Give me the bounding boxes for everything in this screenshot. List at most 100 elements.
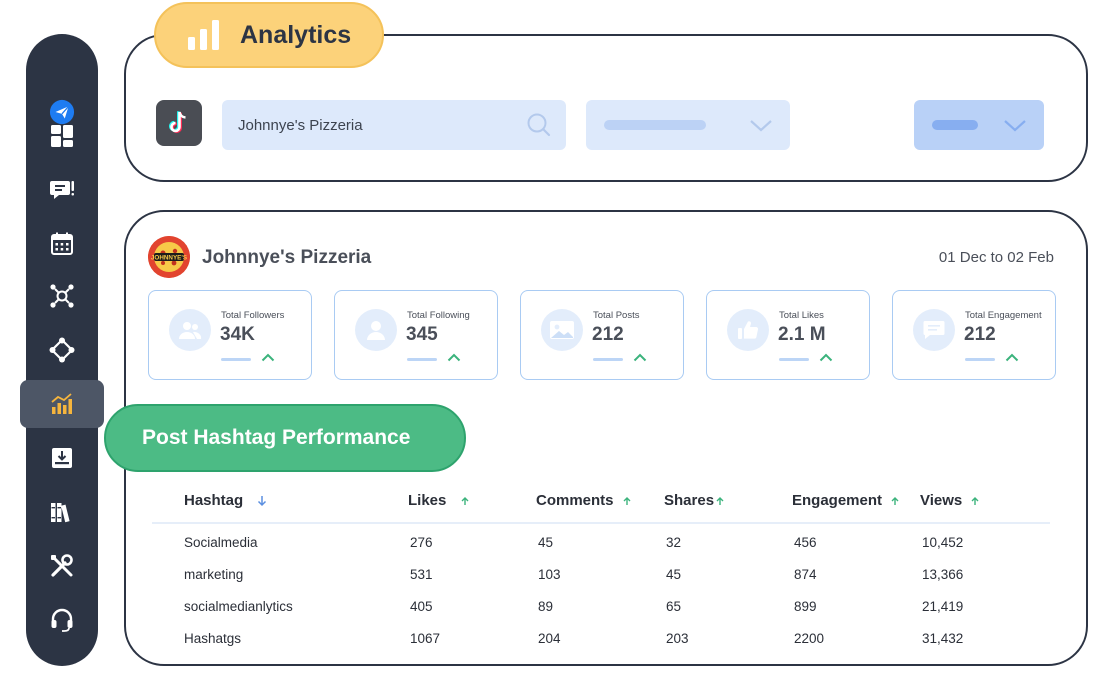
stat-trend-line (593, 358, 623, 361)
stat-trend-line (221, 358, 251, 361)
stat-label: Total Following (407, 310, 470, 321)
sidebar-item-messages[interactable] (26, 168, 98, 212)
sort-down-icon[interactable] (257, 495, 267, 507)
stat-label: Total Engagement (965, 310, 1042, 321)
sidebar-item-analytics[interactable] (20, 380, 104, 428)
bar-chart-icon (188, 20, 219, 50)
image-icon (550, 321, 574, 339)
column-header-views[interactable]: Views (920, 492, 980, 509)
stat-card-followers: Total Followers 34K (148, 290, 312, 380)
trend-up-icon (447, 353, 461, 362)
column-header-label: Engagement (792, 492, 883, 509)
column-header-label: Shares (664, 492, 715, 509)
cell-views: 13,366 (922, 567, 964, 582)
stat-label: Total Likes (779, 310, 824, 321)
period-dropdown[interactable] (914, 100, 1044, 150)
search-icon[interactable] (526, 112, 552, 138)
section-title-text: Post Hashtag Performance (142, 426, 411, 449)
page-title: Analytics (240, 20, 352, 49)
stat-value: 212 (592, 324, 624, 345)
cell-likes: 1067 (410, 631, 441, 646)
trend-up-icon (819, 353, 833, 362)
cell-hashtag: Socialmedia (184, 535, 258, 550)
stat-card-engagement: Total Engagement 212 (892, 290, 1056, 380)
cell-shares: 65 (666, 599, 682, 614)
stat-value: 212 (964, 324, 996, 345)
cell-engagement: 874 (794, 567, 817, 582)
table-row[interactable]: Hashatgs 1067 204 203 2200 31,432 (0, 631, 1108, 651)
dropdown-placeholder (932, 120, 978, 130)
chevron-down-icon (750, 120, 772, 132)
sort-up-icon[interactable] (715, 496, 725, 506)
profile-name: Johnnye's Pizzeria (202, 247, 372, 268)
sidebar-item-connections[interactable] (26, 328, 98, 372)
cell-engagement: 456 (794, 535, 817, 550)
stat-card-posts: Total Posts 212 (520, 290, 684, 380)
analytics-header: Analytics (154, 2, 384, 68)
cell-views: 31,432 (922, 631, 964, 646)
cell-shares: 32 (666, 535, 682, 550)
cell-hashtag: Hashatgs (184, 631, 242, 646)
sort-up-icon[interactable] (460, 496, 470, 506)
table-row[interactable]: marketing 531 103 45 874 13,366 (0, 567, 1108, 587)
table-row[interactable]: Socialmedia 276 45 32 456 10,452 (0, 535, 1108, 555)
column-header-hashtag[interactable]: Hashtag (184, 492, 267, 509)
cell-comments: 45 (538, 535, 554, 550)
stat-trend-line (965, 358, 995, 361)
filter-dropdown[interactable] (586, 100, 790, 150)
calendar-icon (51, 232, 73, 255)
sidebar-item-calendar[interactable] (26, 222, 98, 266)
nodes-icon (49, 337, 75, 363)
column-header-shares[interactable]: Shares (664, 492, 725, 509)
tiktok-icon (169, 111, 186, 134)
cell-hashtag: socialmedianlytics (184, 599, 293, 614)
comment-icon (923, 321, 945, 339)
sidebar-item-inbox[interactable] (26, 436, 98, 480)
stat-card-following: Total Following 345 (334, 290, 498, 380)
sort-up-icon[interactable] (622, 496, 632, 506)
dropdown-placeholder (604, 120, 706, 130)
platform-selector[interactable] (156, 100, 202, 146)
cell-comments: 89 (538, 599, 554, 614)
cell-shares: 45 (666, 567, 682, 582)
sidebar-item-network[interactable] (26, 274, 98, 318)
stat-label: Total Followers (221, 310, 285, 321)
column-header-comments[interactable]: Comments (536, 492, 632, 509)
search-field[interactable] (222, 100, 566, 150)
sort-up-icon[interactable] (890, 496, 900, 506)
column-header-label: Hashtag (184, 492, 244, 509)
chat-icon (50, 181, 74, 199)
inbox-download-icon (52, 448, 72, 468)
sidebar-item-library[interactable] (26, 490, 98, 534)
brand-logo: JOHNNYE'S (148, 236, 190, 278)
stat-card-likes: Total Likes 2.1 M (706, 290, 870, 380)
table-row[interactable]: socialmedianlytics 405 89 65 899 21,419 (0, 599, 1108, 619)
pizza-logo-icon: JOHNNYE'S (148, 236, 190, 278)
sort-up-icon[interactable] (970, 496, 980, 506)
cell-likes: 276 (410, 535, 433, 550)
date-range[interactable]: 01 Dec to 02 Feb (939, 249, 1054, 266)
user-icon (367, 321, 385, 340)
trend-up-icon (1005, 353, 1019, 362)
stat-value: 2.1 M (778, 324, 826, 345)
cell-views: 21,419 (922, 599, 964, 614)
cell-likes: 405 (410, 599, 433, 614)
stat-value: 345 (406, 324, 438, 345)
column-header-label: Comments (536, 492, 614, 509)
cell-likes: 531 (410, 567, 433, 582)
cell-engagement: 2200 (794, 631, 825, 646)
trend-up-icon (261, 353, 275, 362)
column-header-likes[interactable]: Likes (408, 492, 470, 509)
cell-views: 10,452 (922, 535, 964, 550)
cell-shares: 203 (666, 631, 689, 646)
cell-hashtag: marketing (184, 567, 244, 582)
cell-comments: 103 (538, 567, 561, 582)
sidebar-item-dashboard[interactable] (26, 114, 98, 158)
chevron-down-icon (1004, 120, 1026, 132)
column-header-engagement[interactable]: Engagement (792, 492, 900, 509)
stat-value: 34K (220, 324, 255, 345)
stat-trend-line (407, 358, 437, 361)
cell-engagement: 899 (794, 599, 817, 614)
search-input[interactable] (238, 116, 518, 134)
users-icon (179, 322, 202, 339)
